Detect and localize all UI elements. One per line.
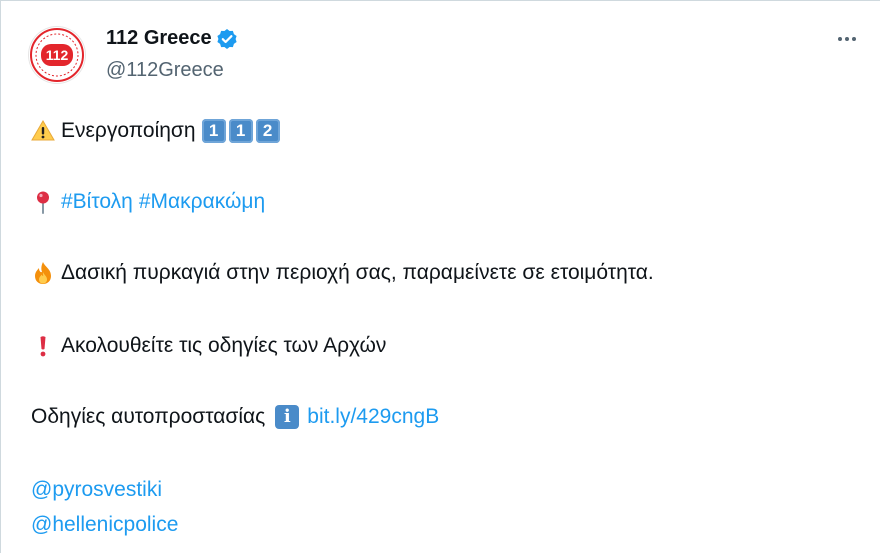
keycap-digit: 1: [228, 119, 253, 143]
activation-text: Ενεργοποίηση: [61, 119, 196, 142]
tweet-line-activation: Ενεργοποίηση 1 1 2: [31, 117, 283, 145]
author-name-row: 112 Greece: [106, 27, 238, 50]
tweet-line-location: #Βίτολη #Μακρακώμη: [31, 188, 265, 216]
more-dot: [845, 37, 849, 41]
hashtag-link[interactable]: #Μακρακώμη: [139, 188, 265, 216]
short-url-link[interactable]: bit.ly/429cngB: [307, 403, 439, 431]
tweet-card: 112 112 Greece @112Greece Ενεργοποίηση 1…: [0, 0, 880, 553]
keycap-digit: 2: [255, 119, 280, 143]
more-options-icon[interactable]: [832, 29, 862, 49]
svg-text:112: 112: [46, 47, 69, 63]
verified-badge-icon: [216, 28, 238, 50]
handle[interactable]: @112Greece: [106, 59, 224, 82]
mention-link[interactable]: @pyrosvestiki: [31, 476, 162, 504]
warning-icon: [31, 119, 55, 143]
fire-warning-text: Δασική πυρκαγιά στην περιοχή σας, παραμε…: [61, 261, 654, 284]
hashtag-link[interactable]: #Βίτολη: [61, 188, 133, 216]
tweet-line-self-protection: Οδηγίες αυτοπροστασίας i bit.ly/429cngB: [31, 403, 439, 431]
more-dot: [838, 37, 842, 41]
round-pushpin-icon: [31, 190, 55, 214]
exclamation-icon: [31, 334, 55, 358]
mention-row: @pyrosvestiki: [31, 476, 162, 504]
fire-icon: [31, 261, 55, 285]
follow-instructions-text: Ακολουθείτε τις οδηγίες των Αρχών: [61, 334, 387, 357]
keycap-digit: 1: [201, 119, 226, 143]
tweet-line-fire-warning: Δασική πυρκαγιά στην περιοχή σας, παραμε…: [31, 259, 654, 287]
avatar[interactable]: 112: [29, 27, 85, 83]
more-dot: [852, 37, 856, 41]
information-icon: i: [275, 405, 300, 429]
mention-link[interactable]: @hellenicpolice: [31, 511, 178, 539]
tweet-line-follow-instructions: Ακολουθείτε τις οδηγίες των Αρχών: [31, 332, 386, 360]
112-logo-icon: 112: [30, 28, 84, 82]
mention-row: @hellenicpolice: [31, 511, 178, 539]
display-name[interactable]: 112 Greece: [106, 27, 212, 50]
self-protection-text: Οδηγίες αυτοπροστασίας: [31, 405, 266, 428]
